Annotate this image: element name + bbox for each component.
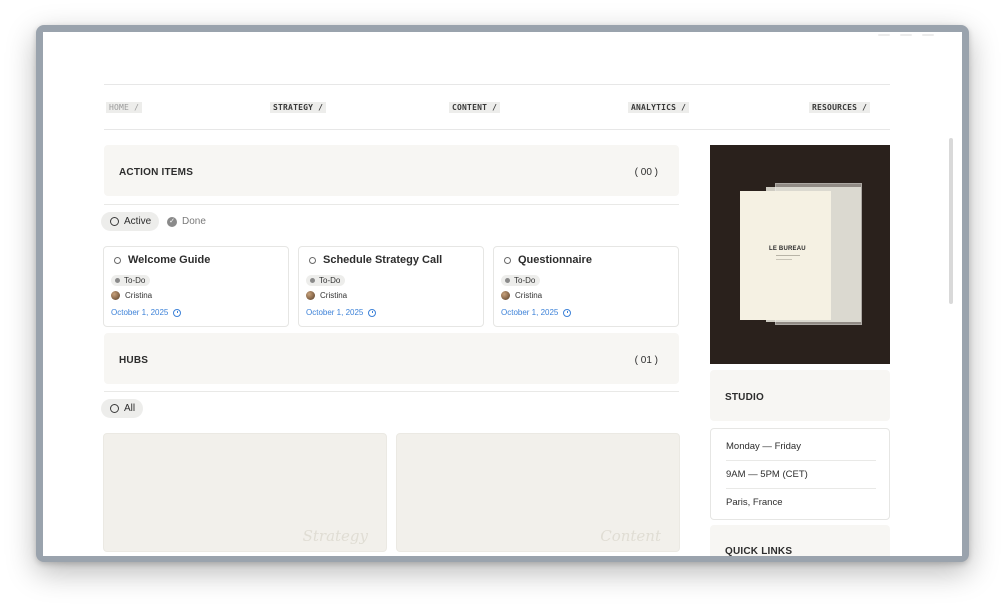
logo-rule bbox=[776, 255, 800, 256]
hub-title: Content bbox=[600, 527, 661, 545]
studio-title: STUDIO bbox=[725, 392, 764, 403]
scrollbar-thumb[interactable] bbox=[949, 138, 953, 304]
circle-icon bbox=[110, 217, 119, 226]
due-date-label: October 1, 2025 bbox=[306, 308, 364, 317]
circle-icon bbox=[309, 257, 316, 264]
nav-home[interactable]: HOME / bbox=[106, 102, 143, 113]
avatar bbox=[111, 291, 120, 300]
alarm-clock-icon bbox=[368, 308, 377, 317]
divider bbox=[726, 460, 876, 461]
window-controls bbox=[878, 34, 934, 36]
window-control[interactable] bbox=[900, 34, 912, 36]
filter-active-label: Active bbox=[124, 216, 152, 227]
divider bbox=[726, 488, 876, 489]
hubs-count: ( 01 ) bbox=[634, 355, 658, 366]
status-label: To-Do bbox=[514, 276, 536, 285]
action-items-count: ( 00 ) bbox=[634, 167, 658, 178]
assignee: Cristina bbox=[306, 291, 347, 300]
status-dot-icon bbox=[115, 278, 120, 283]
hubs-title: HUBS bbox=[119, 355, 149, 366]
divider bbox=[104, 204, 679, 205]
alarm-clock-icon bbox=[563, 308, 572, 317]
assignee-name: Cristina bbox=[515, 291, 543, 300]
due-date-label: October 1, 2025 bbox=[501, 308, 559, 317]
browser-window: HOME / STRATEGY / CONTENT / ANALYTICS / … bbox=[36, 25, 969, 562]
window-control[interactable] bbox=[878, 34, 890, 36]
filter-done-label: Done bbox=[182, 216, 206, 227]
action-items-header: ACTION ITEMS ( 00 ) bbox=[104, 145, 679, 196]
status-badge: To-Do bbox=[111, 275, 151, 286]
brand-logo: LE BUREAU bbox=[769, 246, 806, 252]
hubs-header: HUBS ( 01 ) bbox=[104, 333, 679, 384]
check-circle-icon: ✓ bbox=[167, 216, 177, 227]
action-item-card[interactable]: Welcome Guide To-Do Cristina October 1, … bbox=[103, 246, 289, 327]
avatar bbox=[306, 291, 315, 300]
nav-resources[interactable]: RESOURCES / bbox=[809, 102, 871, 113]
action-items-title: ACTION ITEMS bbox=[119, 167, 194, 178]
studio-info-card: Monday — Friday 9AM — 5PM (CET) Paris, F… bbox=[710, 428, 890, 520]
studio-days: Monday — Friday bbox=[726, 441, 801, 452]
studio-hours: 9AM — 5PM (CET) bbox=[726, 469, 808, 480]
status-dot-icon bbox=[310, 278, 315, 283]
card-title: Welcome Guide bbox=[128, 254, 211, 266]
quick-links-header: QUICK LINKS bbox=[710, 525, 890, 556]
studio-location: Paris, France bbox=[726, 497, 783, 508]
filter-all-label: All bbox=[124, 403, 136, 414]
circle-icon bbox=[110, 404, 119, 413]
nav-content[interactable]: CONTENT / bbox=[449, 102, 501, 113]
card-title: Questionnaire bbox=[518, 254, 592, 266]
studio-header: STUDIO bbox=[710, 370, 890, 421]
status-badge: To-Do bbox=[501, 275, 541, 286]
due-date: October 1, 2025 bbox=[111, 308, 182, 317]
due-date-label: October 1, 2025 bbox=[111, 308, 169, 317]
letterhead-card: LE BUREAU bbox=[740, 191, 831, 320]
nav-analytics[interactable]: ANALYTICS / bbox=[628, 102, 690, 113]
quick-links-title: QUICK LINKS bbox=[725, 546, 793, 556]
logo-rule bbox=[776, 259, 792, 260]
card-title: Schedule Strategy Call bbox=[323, 254, 443, 266]
top-navigation: HOME / STRATEGY / CONTENT / ANALYTICS / … bbox=[104, 84, 890, 130]
divider bbox=[104, 391, 679, 392]
page-content: HOME / STRATEGY / CONTENT / ANALYTICS / … bbox=[43, 32, 962, 556]
alarm-clock-icon bbox=[173, 308, 182, 317]
due-date: October 1, 2025 bbox=[306, 308, 377, 317]
status-label: To-Do bbox=[319, 276, 341, 285]
nav-strategy[interactable]: STRATEGY / bbox=[270, 102, 327, 113]
hub-card-content[interactable]: Content bbox=[396, 433, 680, 552]
filter-done[interactable]: ✓ Done bbox=[164, 212, 209, 231]
status-dot-icon bbox=[505, 278, 510, 283]
scrollbar[interactable] bbox=[946, 32, 956, 556]
due-date: October 1, 2025 bbox=[501, 308, 572, 317]
studio-image: LE BUREAU bbox=[710, 145, 890, 364]
filter-all[interactable]: All bbox=[101, 399, 144, 418]
assignee-name: Cristina bbox=[320, 291, 348, 300]
window-control[interactable] bbox=[922, 34, 934, 36]
circle-icon bbox=[114, 257, 121, 264]
hub-card-strategy[interactable]: Strategy bbox=[103, 433, 387, 552]
filter-active[interactable]: Active bbox=[101, 212, 160, 231]
circle-icon bbox=[504, 257, 511, 264]
status-badge: To-Do bbox=[306, 275, 346, 286]
action-item-card[interactable]: Questionnaire To-Do Cristina October 1, … bbox=[493, 246, 679, 327]
assignee: Cristina bbox=[111, 291, 152, 300]
status-label: To-Do bbox=[124, 276, 146, 285]
avatar bbox=[501, 291, 510, 300]
assignee-name: Cristina bbox=[125, 291, 153, 300]
assignee: Cristina bbox=[501, 291, 542, 300]
action-item-card[interactable]: Schedule Strategy Call To-Do Cristina Oc… bbox=[298, 246, 484, 327]
hub-title: Strategy bbox=[302, 527, 368, 545]
